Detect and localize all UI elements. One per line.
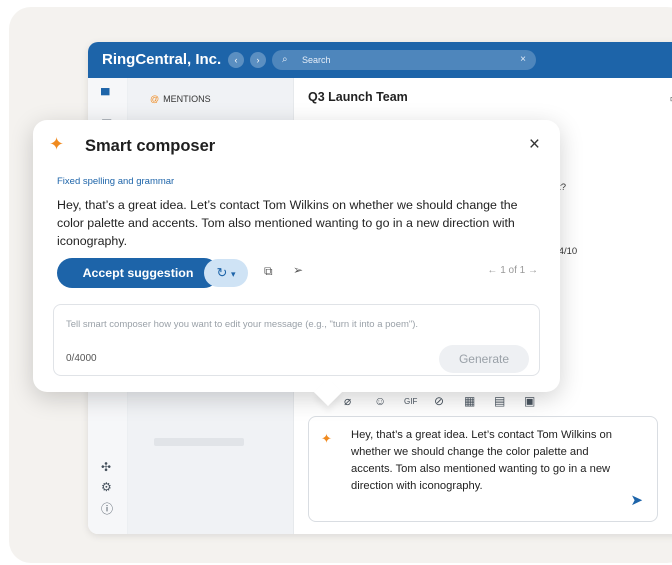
send-icon[interactable]: ➢ xyxy=(293,263,303,277)
title-bar: RingCentral, Inc. ‹ › ⌕ Search × xyxy=(88,42,672,78)
brand-name: RingCentral, Inc. xyxy=(102,51,222,68)
character-counter: 0/4000 xyxy=(66,353,97,364)
close-icon[interactable]: × xyxy=(529,134,540,156)
smart-composer-title: Smart composer xyxy=(85,137,216,155)
messages-icon[interactable]: ▀ xyxy=(101,88,110,102)
sparkle-icon: ✦ xyxy=(49,134,65,154)
send-icon[interactable]: ➤ xyxy=(630,491,643,509)
gif-icon[interactable]: GIF xyxy=(404,397,417,406)
note-icon[interactable]: ▤ xyxy=(494,394,505,408)
help-icon[interactable]: ⓘ xyxy=(101,500,113,517)
pager-text: 1 of 1 xyxy=(500,265,526,276)
chevron-down-icon: ▾ xyxy=(231,269,236,279)
generate-button[interactable]: Generate xyxy=(439,345,529,373)
search-placeholder: Search xyxy=(302,55,331,65)
search-icon: ⌕ xyxy=(282,54,288,65)
search-input[interactable]: ⌕ Search × xyxy=(272,50,536,70)
back-button[interactable]: ‹ xyxy=(228,52,244,68)
mentions-item[interactable]: @ MENTIONS xyxy=(150,94,211,104)
calendar-icon[interactable]: ▦ xyxy=(464,394,475,408)
suggestion-pager: ← 1 of 1 → xyxy=(487,265,538,276)
suggestion-status: Fixed spelling and grammar xyxy=(57,176,175,187)
clear-search-icon[interactable]: × xyxy=(520,50,526,70)
copy-icon[interactable]: ⧉ xyxy=(264,264,273,279)
refresh-icon: ↻ xyxy=(216,265,228,280)
compose-draft-text[interactable]: Hey, that’s a great idea. Let’s contact … xyxy=(351,427,631,495)
sparkle-icon: ✦ xyxy=(321,431,332,446)
conversation-title: Q3 Launch Team xyxy=(308,90,408,104)
attach-icon[interactable]: ⌀ xyxy=(344,394,351,408)
task-icon[interactable]: ⊘ xyxy=(434,394,444,408)
at-icon: @ xyxy=(150,94,160,104)
next-icon[interactable]: → xyxy=(528,265,538,276)
code-snippet-icon[interactable]: ▣ xyxy=(524,394,535,408)
message-compose-box[interactable]: ✦ Hey, that’s a great idea. Let’s contac… xyxy=(308,416,658,522)
emoji-icon[interactable]: ☺ xyxy=(374,394,386,408)
gear-icon[interactable]: ⚙ xyxy=(101,480,112,494)
regenerate-dropdown-button[interactable]: ↻ ▾ xyxy=(204,259,248,287)
edit-prompt-input[interactable]: Tell smart composer how you want to edit… xyxy=(53,304,540,376)
smart-composer-popover: ✦ Smart composer × Fixed spelling and gr… xyxy=(33,120,560,407)
placeholder-bar xyxy=(154,438,244,446)
accept-suggestion-button[interactable]: Accept suggestion xyxy=(57,258,219,288)
prompt-placeholder: Tell smart composer how you want to edit… xyxy=(66,319,419,330)
previous-icon[interactable]: ← xyxy=(487,265,497,276)
suggestion-text: Hey, that’s a great idea. Let’s contact … xyxy=(57,198,518,248)
forward-button[interactable]: › xyxy=(250,52,266,68)
puzzle-icon[interactable]: ✣ xyxy=(101,460,111,474)
